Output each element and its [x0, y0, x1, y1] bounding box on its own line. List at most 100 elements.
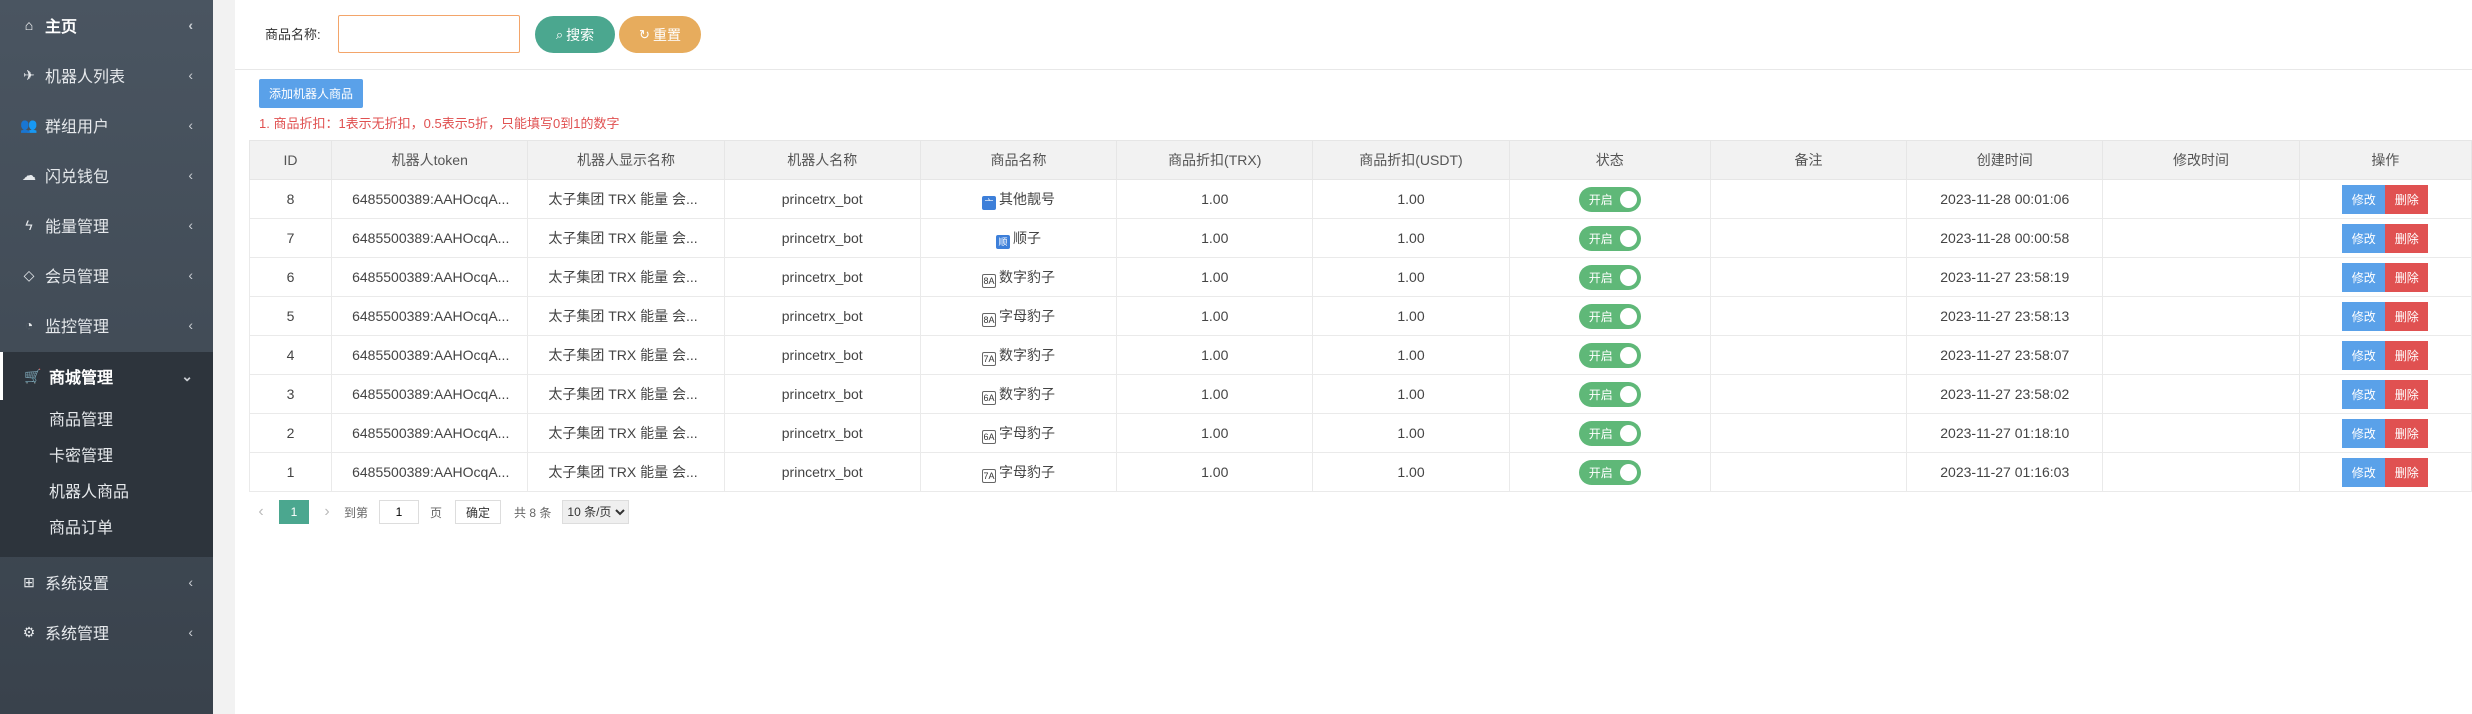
cell-remark — [1709, 179, 1908, 219]
col-header-discount-trx[interactable]: 商品折扣(TRX) — [1116, 140, 1314, 180]
cell-token: 6485500389:AAHOcqA... — [331, 257, 529, 297]
edit-button[interactable]: 修改 — [2342, 457, 2386, 487]
cell-token: 6485500389:AAHOcqA... — [331, 452, 529, 492]
sidebar-subitem-orders[interactable]: 商品订单 — [0, 511, 213, 547]
cell-id: 8 — [248, 179, 333, 219]
cell-id: 3 — [248, 374, 333, 414]
edit-button[interactable]: 修改 — [2342, 340, 2386, 370]
sidebar-subitem-cards[interactable]: 卡密管理 — [0, 439, 213, 475]
cell-token: 6485500389:AAHOcqA... — [331, 218, 529, 258]
reset-button[interactable]: ↻ 重置 — [619, 16, 701, 53]
cell-discount-trx: 1.00 — [1116, 413, 1314, 453]
cell-remark — [1709, 452, 1908, 492]
delete-button[interactable]: 删除 — [2385, 301, 2429, 331]
edit-button[interactable]: 修改 — [2342, 301, 2386, 331]
goods-name-input[interactable] — [338, 15, 520, 53]
edit-button[interactable]: 修改 — [2342, 184, 2386, 214]
col-header-token[interactable]: 机器人token — [331, 140, 529, 180]
delete-button[interactable]: 删除 — [2385, 223, 2429, 253]
sidebar-item-robot-list[interactable]: ✈ 机器人列表 ‹ — [0, 50, 213, 100]
edit-button[interactable]: 修改 — [2342, 262, 2386, 292]
sidebar-item-mall[interactable]: 🛒 商城管理 ⌄ — [0, 352, 213, 400]
edit-button[interactable]: 修改 — [2342, 379, 2386, 409]
col-header-goods-name[interactable]: 商品名称 — [919, 140, 1118, 180]
sidebar-subitem-goods[interactable]: 商品管理 — [0, 403, 213, 439]
cell-discount-usdt: 1.00 — [1312, 218, 1510, 258]
col-header-robot-name[interactable]: 机器人名称 — [723, 140, 921, 180]
goto-page-input[interactable] — [379, 500, 420, 524]
sidebar-item-system-admin[interactable]: ⚙ 系统管理 ‹ — [0, 607, 213, 657]
cell-goods-name: 亠其他靓号 — [919, 179, 1118, 219]
goods-type-icon: 亠 — [981, 195, 996, 210]
cell-token: 6485500389:AAHOcqA... — [331, 413, 529, 453]
col-header-modified[interactable]: 修改时间 — [2102, 140, 2300, 180]
status-toggle-label: 开启 — [1588, 270, 1613, 285]
sidebar-item-home[interactable]: ⌂ 主页 ‹ — [0, 0, 213, 50]
cell-token: 6485500389:AAHOcqA... — [331, 374, 529, 414]
status-toggle[interactable]: 开启 — [1578, 342, 1641, 368]
sidebar-item-energy[interactable]: ϟ 能量管理 ‹ — [0, 200, 213, 250]
cell-discount-trx: 1.00 — [1116, 257, 1314, 297]
cell-status: 开启 — [1508, 374, 1711, 414]
col-header-id[interactable]: ID — [248, 140, 333, 180]
sidebar-subitem-robot-goods[interactable]: 机器人商品 — [0, 475, 213, 511]
status-toggle[interactable]: 开启 — [1578, 459, 1641, 485]
toggle-knob — [1619, 463, 1637, 481]
status-toggle[interactable]: 开启 — [1578, 225, 1641, 251]
cell-created: 2023-11-27 23:58:13 — [1906, 296, 2104, 336]
prev-page-icon[interactable]: ‹ — [249, 503, 273, 521]
delete-button[interactable]: 删除 — [2385, 379, 2429, 409]
edit-button[interactable]: 修改 — [2342, 223, 2386, 253]
col-header-created[interactable]: 创建时间 — [1906, 140, 2104, 180]
cell-discount-usdt: 1.00 — [1312, 413, 1510, 453]
sidebar-item-flash-wallet[interactable]: ☁ 闪兑钱包 ‹ — [0, 150, 213, 200]
col-header-status[interactable]: 状态 — [1508, 140, 1711, 180]
chevron-left-icon: ‹ — [188, 117, 193, 133]
status-toggle-label: 开启 — [1588, 426, 1613, 441]
cell-robot-name: princetrx_bot — [723, 452, 921, 492]
next-page-icon[interactable]: › — [315, 503, 339, 521]
goto-confirm-button[interactable]: 确定 — [455, 500, 502, 524]
status-toggle[interactable]: 开启 — [1578, 303, 1641, 329]
status-toggle[interactable]: 开启 — [1578, 186, 1641, 212]
cell-discount-usdt: 1.00 — [1312, 335, 1510, 375]
status-toggle[interactable]: 开启 — [1578, 381, 1641, 407]
delete-button[interactable]: 删除 — [2385, 457, 2429, 487]
col-header-remark[interactable]: 备注 — [1709, 140, 1908, 180]
cell-created: 2023-11-27 01:18:10 — [1906, 413, 2104, 453]
col-header-discount-usdt[interactable]: 商品折扣(USDT) — [1312, 140, 1510, 180]
cell-modified — [2102, 218, 2300, 258]
add-robot-goods-button[interactable]: 添加机器人商品 — [259, 79, 363, 108]
sidebar-item-monitor[interactable]: ◔ 监控管理 ‹ — [0, 300, 213, 350]
page-size-select[interactable]: 10 条/页 — [562, 500, 630, 524]
toggle-knob — [1619, 229, 1637, 247]
page-current[interactable]: 1 — [279, 500, 309, 524]
table-row: 7 6485500389:AAHOcqA... 太子集团 TRX 能量 会... pr… — [248, 218, 2472, 258]
delete-button[interactable]: 删除 — [2385, 340, 2429, 370]
cell-goods-name: 6A 数字豹子 — [919, 374, 1118, 414]
cell-id: 4 — [248, 335, 333, 375]
edit-button[interactable]: 修改 — [2342, 418, 2386, 448]
status-toggle[interactable]: 开启 — [1578, 420, 1641, 446]
toggle-knob — [1619, 268, 1637, 286]
cell-goods-name: 顺顺子 — [919, 218, 1118, 258]
table-row: 5 6485500389:AAHOcqA... 太子集团 TRX 能量 会... pr… — [248, 296, 2472, 336]
cell-id: 2 — [248, 413, 333, 453]
delete-button[interactable]: 删除 — [2385, 262, 2429, 292]
delete-button[interactable]: 删除 — [2385, 184, 2429, 214]
delete-button[interactable]: 删除 — [2385, 418, 2429, 448]
content-gutter — [213, 0, 235, 714]
cell-discount-usdt: 1.00 — [1312, 296, 1510, 336]
cell-discount-trx: 1.00 — [1116, 335, 1314, 375]
search-button[interactable]: ⌕ 搜索 — [535, 16, 615, 53]
sidebar-item-system-settings[interactable]: ⊞ 系统设置 ‹ — [0, 557, 213, 607]
cell-actions: 修改 删除 — [2298, 335, 2472, 375]
status-toggle[interactable]: 开启 — [1578, 264, 1641, 290]
sidebar-item-members[interactable]: ◇ 会员管理 ‹ — [0, 250, 213, 300]
cell-display-name: 太子集团 TRX 能量 会... — [527, 257, 725, 297]
cell-token: 6485500389:AAHOcqA... — [331, 179, 529, 219]
goods-name-text: 字母豹子 — [998, 424, 1055, 441]
reset-button-label: 重置 — [652, 26, 681, 43]
col-header-display-name[interactable]: 机器人显示名称 — [527, 140, 725, 180]
sidebar-item-group-users[interactable]: 👥 群组用户 ‹ — [0, 100, 213, 150]
